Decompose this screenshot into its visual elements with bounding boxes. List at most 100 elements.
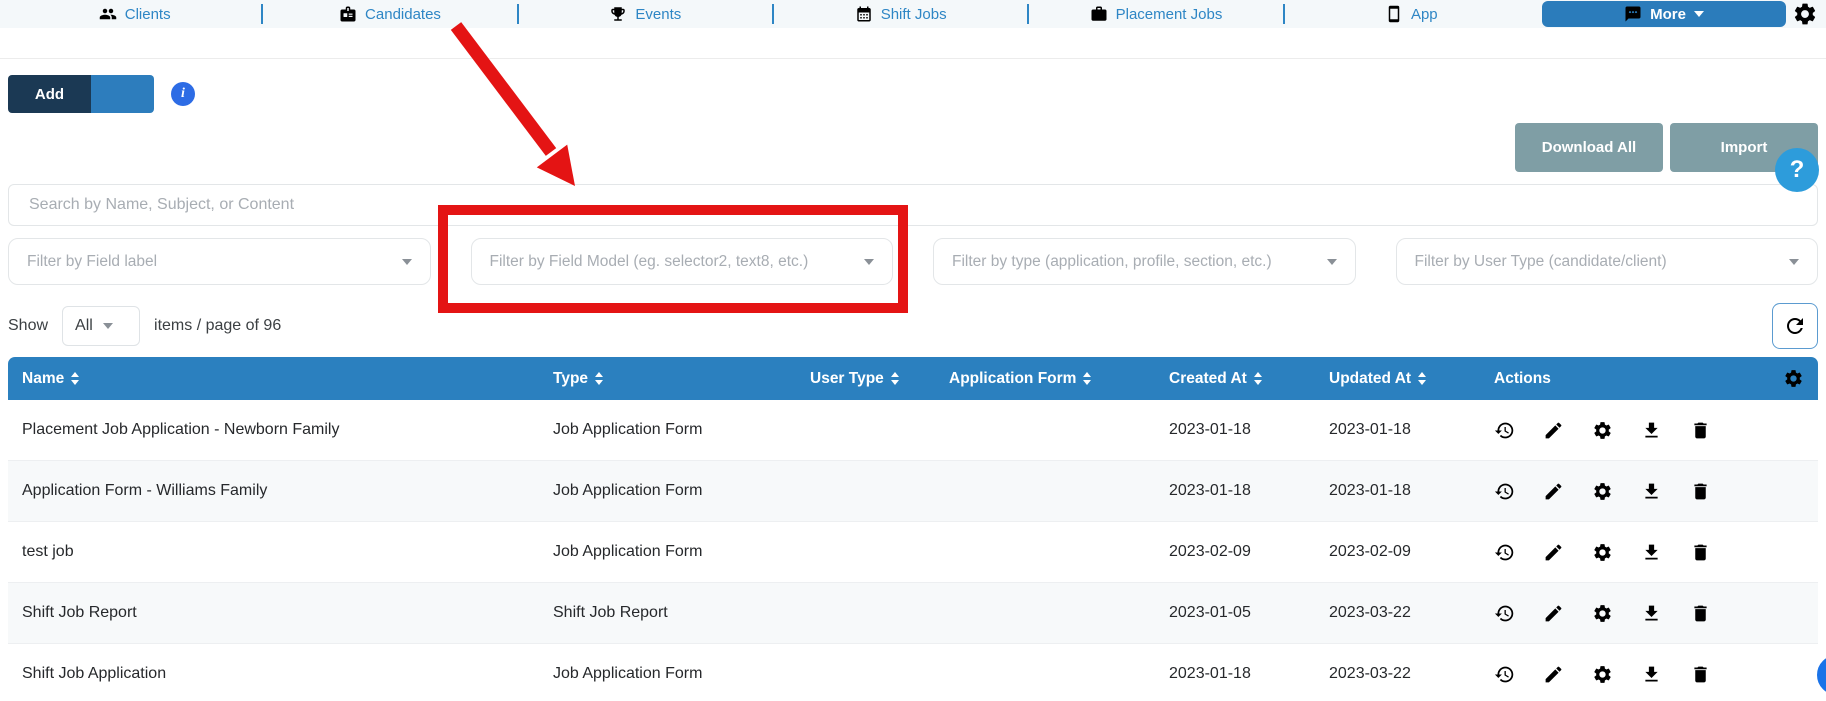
delete-trash-icon[interactable] [1690, 542, 1711, 563]
forms-table: Name Type User Type Application Form Cre… [8, 357, 1818, 701]
row-actions [1486, 481, 1760, 502]
filter-field-model-dropdown[interactable]: Filter by Field Model (eg. selector2, te… [471, 238, 894, 285]
floating-chat-button[interactable] [1817, 655, 1826, 695]
filter-field-label-dropdown[interactable]: Filter by Field label [8, 238, 431, 285]
cell-created-at: 2023-01-18 [1161, 421, 1321, 439]
nav-item-shift-jobs[interactable]: Shift Jobs [774, 0, 1027, 28]
column-header-updated-at[interactable]: Updated At [1321, 370, 1486, 388]
chat-icon [1624, 5, 1642, 23]
delete-trash-icon[interactable] [1690, 664, 1711, 685]
more-label: More [1650, 6, 1686, 23]
more-button[interactable]: More [1542, 1, 1786, 27]
column-header-type[interactable]: Type [545, 370, 802, 388]
cell-type: Shift Job Report [545, 604, 802, 622]
info-icon[interactable]: i [171, 82, 195, 106]
download-icon[interactable] [1641, 481, 1662, 502]
chevron-down-icon [1789, 259, 1799, 265]
history-icon[interactable] [1494, 664, 1515, 685]
section-divider [0, 58, 1826, 59]
page-size-value: All [75, 317, 93, 335]
column-header-application-form[interactable]: Application Form [941, 370, 1161, 388]
row-actions [1486, 603, 1760, 624]
nav-label: Clients [125, 6, 171, 23]
row-settings-gear-icon[interactable] [1592, 664, 1613, 685]
nav-label: Candidates [365, 6, 441, 23]
download-all-button[interactable]: Download All [1515, 123, 1663, 172]
delete-trash-icon[interactable] [1690, 420, 1711, 441]
table-row: Shift Job Report Shift Job Report 2023-0… [8, 583, 1818, 644]
edit-pencil-icon[interactable] [1543, 542, 1564, 563]
cell-type: Job Application Form [545, 665, 802, 683]
column-header-created-at[interactable]: Created At [1161, 370, 1321, 388]
export-toolbar: Download All Import [1515, 123, 1818, 172]
chevron-down-icon [1327, 259, 1337, 265]
row-actions [1486, 664, 1760, 685]
cell-type: Job Application Form [545, 543, 802, 561]
edit-pencil-icon[interactable] [1543, 420, 1564, 441]
cell-created-at: 2023-01-18 [1161, 482, 1321, 500]
smartphone-icon [1385, 5, 1403, 23]
row-settings-gear-icon[interactable] [1592, 420, 1613, 441]
chevron-down-icon [1694, 11, 1704, 17]
chevron-down-icon [402, 259, 412, 265]
cell-type: Job Application Form [545, 482, 802, 500]
filter-placeholder: Filter by type (application, profile, se… [952, 253, 1327, 271]
nav-item-app[interactable]: App [1285, 0, 1538, 28]
add-button[interactable]: Add [8, 75, 154, 113]
edit-pencil-icon[interactable] [1543, 481, 1564, 502]
filter-user-type-dropdown[interactable]: Filter by User Type (candidate/client) [1396, 238, 1819, 285]
history-icon[interactable] [1494, 481, 1515, 502]
history-icon[interactable] [1494, 420, 1515, 441]
edit-pencil-icon[interactable] [1543, 664, 1564, 685]
filter-placeholder: Filter by Field label [27, 253, 402, 271]
help-icon[interactable]: ? [1775, 148, 1819, 192]
row-actions [1486, 542, 1760, 563]
settings-gear-icon[interactable] [1792, 1, 1818, 27]
delete-trash-icon[interactable] [1690, 481, 1711, 502]
history-icon[interactable] [1494, 603, 1515, 624]
download-icon[interactable] [1641, 420, 1662, 441]
download-icon[interactable] [1641, 664, 1662, 685]
cell-type: Job Application Form [545, 421, 802, 439]
cell-name: Placement Job Application - Newborn Fami… [8, 421, 545, 439]
refresh-icon [1783, 314, 1807, 338]
delete-trash-icon[interactable] [1690, 603, 1711, 624]
table-row: Shift Job Application Job Application Fo… [8, 644, 1818, 701]
pagination-bar: Show All items / page of 96 [8, 303, 1818, 349]
edit-pencil-icon[interactable] [1543, 603, 1564, 624]
column-settings-gear-icon[interactable] [1783, 368, 1804, 389]
refresh-button[interactable] [1772, 303, 1818, 349]
add-button-dropdown-segment[interactable] [91, 75, 154, 113]
nav-item-clients[interactable]: Clients [8, 0, 261, 28]
page-size-dropdown[interactable]: All [62, 306, 140, 346]
calendar-icon [855, 5, 873, 23]
nav-label: App [1411, 6, 1438, 23]
search-input[interactable] [8, 184, 1818, 226]
add-button-label: Add [8, 75, 91, 113]
cell-updated-at: 2023-01-18 [1321, 421, 1486, 439]
column-header-user-type[interactable]: User Type [802, 370, 941, 388]
download-icon[interactable] [1641, 603, 1662, 624]
nav-label: Events [635, 6, 681, 23]
download-icon[interactable] [1641, 542, 1662, 563]
nav-item-events[interactable]: Events [519, 0, 772, 28]
cell-name: Application Form - Williams Family [8, 482, 545, 500]
column-header-actions: Actions [1486, 370, 1760, 388]
filter-type-dropdown[interactable]: Filter by type (application, profile, se… [933, 238, 1356, 285]
row-settings-gear-icon[interactable] [1592, 481, 1613, 502]
table-row: test job Job Application Form 2023-02-09… [8, 522, 1818, 583]
nav-item-candidates[interactable]: Candidates [263, 0, 516, 28]
cell-created-at: 2023-01-18 [1161, 665, 1321, 683]
row-settings-gear-icon[interactable] [1592, 603, 1613, 624]
column-header-name[interactable]: Name [8, 370, 545, 388]
cell-name: Shift Job Report [8, 604, 545, 622]
history-icon[interactable] [1494, 542, 1515, 563]
cell-updated-at: 2023-01-18 [1321, 482, 1486, 500]
show-label: Show [8, 317, 48, 335]
nav-label: Shift Jobs [881, 6, 947, 23]
nav-item-placement-jobs[interactable]: Placement Jobs [1029, 0, 1282, 28]
badge-icon [339, 5, 357, 23]
row-settings-gear-icon[interactable] [1592, 542, 1613, 563]
nav-label: Placement Jobs [1116, 6, 1223, 23]
cell-updated-at: 2023-03-22 [1321, 604, 1486, 622]
